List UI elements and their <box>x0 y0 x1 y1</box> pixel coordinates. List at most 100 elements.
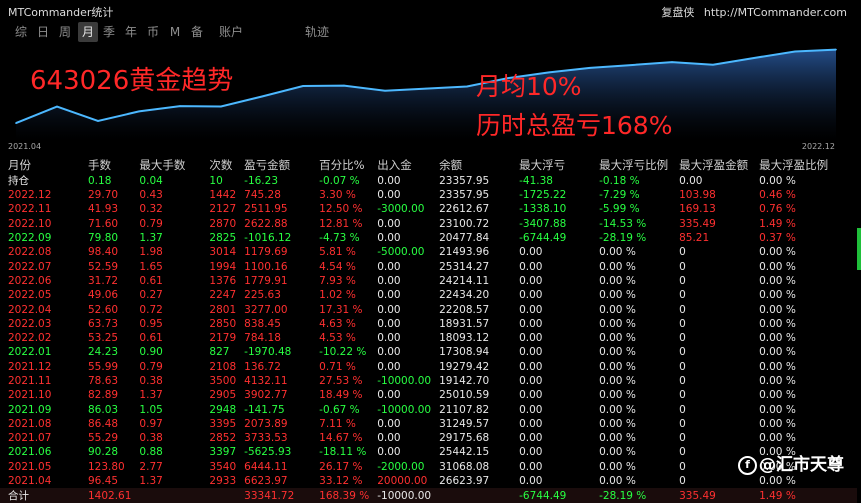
table-cell: 2933 <box>209 475 237 488</box>
table-cell: 20477.84 <box>439 232 490 245</box>
table-cell: 2021.04 <box>8 475 52 488</box>
column-header[interactable]: 出入金 <box>369 157 431 173</box>
table-row[interactable]: 2022.05 49.06 0.27 2247 225.63 1.02 % 0.00 2243… <box>0 288 857 302</box>
table-cell: 49.06 <box>88 289 119 302</box>
total-cell: 1.49 % <box>751 488 858 503</box>
table-cell: 0 <box>679 289 686 302</box>
table-cell: 0.00 % <box>759 403 796 416</box>
table-cell: 0.00 % <box>599 332 636 345</box>
table-row[interactable]: 2022.06 31.72 0.61 1376 1779.91 7.93 % 0.00 242… <box>0 274 857 288</box>
tab-5[interactable]: 年 <box>122 22 140 42</box>
table-cell: 2021.05 <box>8 460 52 473</box>
table-cell: 0 <box>679 375 686 387</box>
column-header[interactable]: 最大手数 <box>131 157 201 173</box>
column-header[interactable]: 次数 <box>201 157 236 173</box>
column-header[interactable]: 月份 <box>0 157 80 173</box>
table-cell: 3397 <box>209 446 237 459</box>
table-cell: -141.75 <box>244 403 285 416</box>
weibo-logo-icon: f <box>738 455 757 475</box>
table-row[interactable]: 2022.04 52.60 0.72 2801 3277.00 17.31 % 0.00 22… <box>0 302 857 316</box>
table-cell: -5.99 % <box>599 203 640 216</box>
data-point-2022.02 <box>425 87 427 90</box>
tab-7[interactable]: M <box>168 22 182 42</box>
table-cell: 2022.09 <box>8 232 52 245</box>
table-cell: -0.07 % <box>319 174 360 187</box>
table-row[interactable]: 2021.08 86.48 0.97 3395 2073.89 7.11 % 0.00 312… <box>0 417 857 431</box>
data-point-2022.12 <box>835 48 837 51</box>
table-cell: -10000.00 <box>377 375 432 387</box>
table-row[interactable]: 2021.10 82.89 1.37 2905 3902.77 18.49 % 0.00 25… <box>0 388 857 402</box>
column-header[interactable]: 最大浮盈金额 <box>671 157 751 173</box>
table-cell: 0.00 <box>519 360 543 373</box>
table-row[interactable]: 2021.05 123.80 2.77 3540 6444.11 26.17 % -2000… <box>0 460 857 474</box>
table-row[interactable]: 2022.07 52.59 1.65 1994 1100.16 4.54 % 0.00 253… <box>0 259 857 273</box>
table-cell: 0.27 <box>139 289 163 302</box>
table-cell: 0.00 % <box>759 246 796 259</box>
table-cell: 23357.95 <box>439 189 490 202</box>
table-cell: 0.00 <box>377 232 401 245</box>
table-row[interactable]: 2022.03 63.73 0.95 2850 838.45 4.63 % 0.00 1893… <box>0 317 857 331</box>
column-header[interactable]: 手数 <box>80 157 131 173</box>
table-cell: 6623.97 <box>244 475 288 488</box>
brand-url[interactable]: http://MTCommander.com <box>704 6 847 19</box>
table-cell: -41.38 <box>519 174 553 187</box>
tab-1[interactable]: 日 <box>34 22 52 42</box>
table-cell: 0 <box>679 260 686 273</box>
table-row[interactable]: 2021.09 86.03 1.05 2948 -141.75 -0.67 % -10000… <box>0 402 857 416</box>
table-cell: 0.61 <box>139 274 163 287</box>
table-row[interactable]: 2022.08 98.40 1.98 3014 1179.69 5.81 % -5000.0… <box>0 245 857 259</box>
table-cell: 0.00 % <box>759 174 796 187</box>
table-cell: -5625.93 <box>244 446 292 459</box>
table-cell: -10.22 % <box>319 346 367 359</box>
table-row[interactable]: 2021.07 55.29 0.38 2852 3733.53 14.67 % 0.00 29… <box>0 431 857 445</box>
table-row[interactable]: 2021.12 55.99 0.79 2108 136.72 0.71 % 0.00 1927… <box>0 360 857 374</box>
table-cell: 0.00 % <box>599 403 636 416</box>
table-row[interactable]: 2021.11 78.63 0.38 3500 4132.11 27.53 % -10000… <box>0 374 857 388</box>
table-cell: 3.30 % <box>319 189 356 202</box>
table-cell: 24214.11 <box>439 274 490 287</box>
table-row[interactable]: 2022.02 53.25 0.61 2179 784.18 4.53 % 0.00 1809… <box>0 331 857 345</box>
tab-9[interactable]: 账户 <box>214 22 248 42</box>
table-cell: 2022.07 <box>8 260 52 273</box>
table-cell: 0.00 % <box>759 317 796 330</box>
table-row[interactable]: 2022.09 79.80 1.37 2825 -1016.12 -4.73 % 0.00 2… <box>0 231 857 245</box>
column-header[interactable]: 百分比% <box>311 157 369 173</box>
table-row[interactable]: 2021.04 96.45 1.37 2933 6623.97 33.12 % 20000.… <box>0 474 857 488</box>
table-row[interactable]: 2022.10 71.60 0.79 2870 2622.88 12.81 % 0.00 23… <box>0 217 857 231</box>
table-row[interactable]: 2022.01 24.23 0.90 827 -1970.48 -10.22 % 0.00 1… <box>0 345 857 359</box>
brand[interactable]: 复盘侠 http://MTCommander.com <box>661 4 847 20</box>
table-row[interactable]: 持仓 0.18 0.04 10 -16.23 -0.07 % 0.00 23357.95 -41… <box>0 173 857 188</box>
table-cell: 0.00 % <box>599 417 636 430</box>
tab-3[interactable]: 月 <box>78 22 98 42</box>
table-cell: 0.00 <box>679 174 703 187</box>
table-cell: 27.53 % <box>319 375 363 387</box>
table-cell: -14.53 % <box>599 217 647 230</box>
column-header[interactable]: 最大浮亏 <box>511 157 591 173</box>
table-cell: 22434.20 <box>439 289 490 302</box>
table-cell: 0.00 <box>519 446 543 459</box>
tab-8[interactable]: 备 <box>188 22 206 42</box>
watermark-text: @汇市天尊 <box>759 455 844 475</box>
table-cell: 98.40 <box>88 246 119 259</box>
table-cell: 2021.08 <box>8 417 52 430</box>
column-header[interactable]: 盈亏金额 <box>236 157 311 173</box>
table-cell: 0.71 % <box>319 360 356 373</box>
table-row[interactable]: 2022.11 41.93 0.32 2127 2511.95 12.50 % -3000.… <box>0 202 857 216</box>
table-cell: 4.53 % <box>319 332 356 345</box>
table-cell: 0.00 % <box>759 260 796 273</box>
tab-2[interactable]: 周 <box>56 22 74 42</box>
table-row[interactable]: 2021.06 90.28 0.88 3397 -5625.93 -18.11 % 0.00… <box>0 445 857 459</box>
column-header[interactable]: 最大浮盈比例 <box>751 157 857 173</box>
table-cell: 86.48 <box>88 417 119 430</box>
column-header[interactable]: 最大浮亏比例 <box>591 157 671 173</box>
table-cell: 82.89 <box>88 389 119 402</box>
tab-0[interactable]: 综 <box>12 22 30 42</box>
table-row[interactable]: 2022.12 29.70 0.43 1442 745.28 3.30 % 0.00 2335… <box>0 188 857 202</box>
table-cell: 10 <box>209 174 223 187</box>
tab-6[interactable]: 币 <box>144 22 162 42</box>
table-cell: 0.00 <box>519 274 543 287</box>
tab-4[interactable]: 季 <box>100 22 118 42</box>
tab-10[interactable]: 轨迹 <box>300 22 334 42</box>
table-cell: 0.00 % <box>599 446 636 459</box>
column-header[interactable]: 余额 <box>431 157 511 173</box>
